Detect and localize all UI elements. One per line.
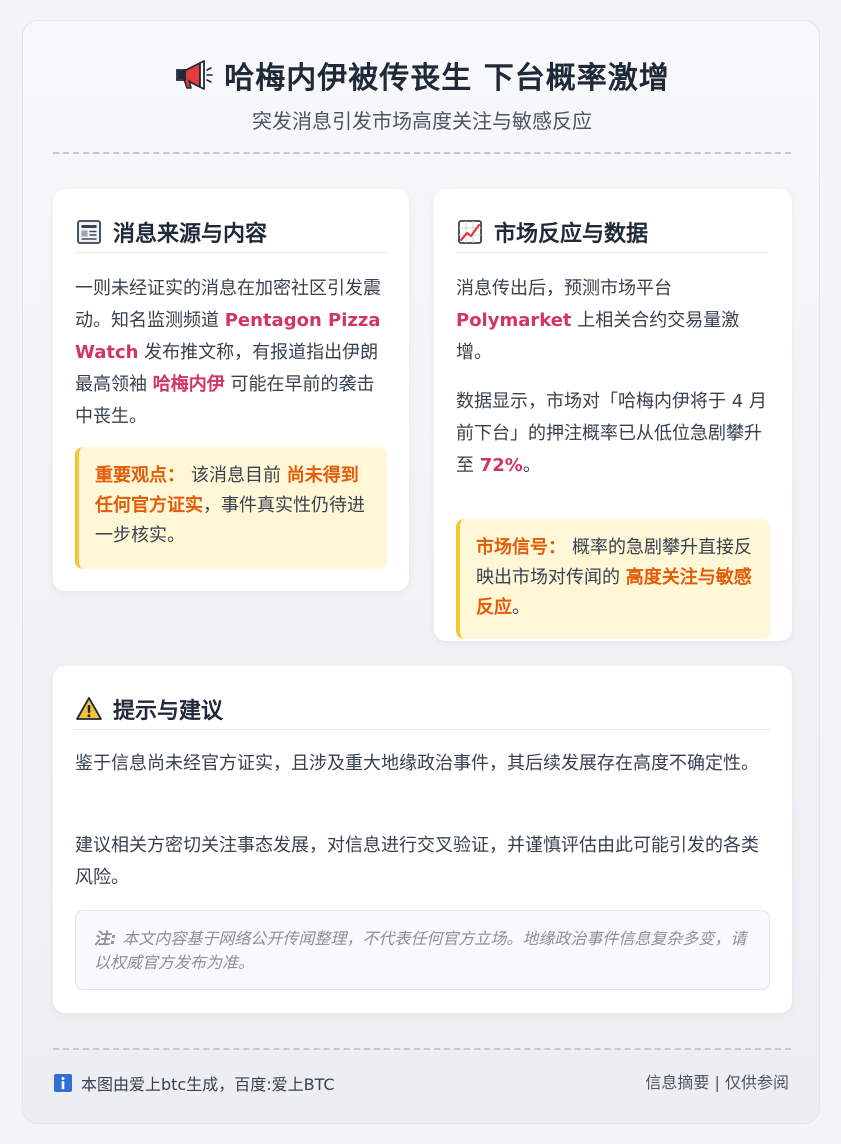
- divider-top: [53, 152, 791, 154]
- advice-paragraph-1: 鉴于信息尚未经官方证实，且涉及重大地缘政治事件，其后续发展存在高度不确定性。: [75, 753, 759, 774]
- market-platform-name: Polymarket: [456, 310, 572, 331]
- disclaimer-note: 注: 本文内容基于网络公开传闻整理，不代表任何官方立场。地缘政治事件信息复杂多变，…: [75, 910, 770, 990]
- market-card: 市场反应与数据 消息传出后，预测市场平台 Polymarket 上相关合约交易量…: [434, 189, 792, 641]
- market-card-header: 市场反应与数据: [456, 211, 768, 253]
- newspaper-icon: [77, 219, 101, 244]
- source-card-title: 消息来源与内容: [113, 221, 268, 247]
- source-callout: 重要观点： 该消息目前 尚未得到任何官方证实，事件真实性仍待进一步核实。: [75, 447, 387, 569]
- market-card-title: 市场反应与数据: [494, 221, 649, 247]
- source-paragraph: 一则未经证实的消息在加密社区引发震动。知名监测频道 Pentagon Pizza…: [75, 273, 389, 433]
- callout-lead: 重要观点：: [95, 465, 185, 486]
- footer-credit-text: 本图由爱上btc生成，百度:爱上BTC: [81, 1075, 335, 1094]
- footer-tagline: 信息摘要 | 仅供参阅: [645, 1073, 789, 1092]
- warning-icon: [76, 696, 102, 720]
- market-paragraph-2: 数据显示，市场对「哈梅内伊将于 4 月前下台」的押注概率已从低位急剧攀升至 72…: [456, 386, 772, 482]
- advice-card-title: 提示与建议: [113, 698, 224, 724]
- note-lead: 注:: [94, 929, 117, 948]
- info-icon: [54, 1074, 72, 1092]
- market-probability: 72%: [479, 455, 523, 476]
- market-callout-text-2: 。: [512, 597, 530, 618]
- source-leader-name: 哈梅内伊: [152, 374, 225, 395]
- divider-bottom: [53, 1048, 791, 1050]
- chart-up-icon: [458, 219, 482, 244]
- title-row: 哈梅内伊被传丧生 下台概率激增: [23, 55, 821, 96]
- infographic-page: 哈梅内伊被传丧生 下台概率激增 突发消息引发市场高度关注与敏感反应 消息来源与内…: [22, 20, 820, 1124]
- market-text-4: 。: [522, 455, 541, 476]
- advice-card: 提示与建议 鉴于信息尚未经官方证实，且涉及重大地缘政治事件，其后续发展存在高度不…: [53, 666, 792, 1013]
- market-callout-lead: 市场信号：: [476, 537, 566, 558]
- footer-credit: 本图由爱上btc生成，百度:爱上BTC: [53, 1070, 335, 1096]
- market-paragraph-1: 消息传出后，预测市场平台 Polymarket 上相关合约交易量激增。: [456, 273, 772, 369]
- advice-paragraph-2: 建议相关方密切关注事态发展，对信息进行交叉验证，并谨慎评估由此可能引发的各类风险…: [75, 835, 759, 888]
- megaphone-icon: [176, 60, 214, 90]
- market-text-1: 消息传出后，预测市场平台: [456, 278, 672, 299]
- page-subtitle: 突发消息引发市场高度关注与敏感反应: [252, 109, 592, 133]
- callout-text-1: 该消息目前: [191, 465, 287, 486]
- note-text: 本文内容基于网络公开传闻整理，不代表任何官方立场。地缘政治事件信息复杂多变，请以…: [94, 929, 747, 972]
- page-title: 哈梅内伊被传丧生 下台概率激增: [224, 61, 670, 96]
- advice-card-header: 提示与建议: [75, 688, 770, 730]
- source-card-header: 消息来源与内容: [75, 211, 387, 253]
- market-callout: 市场信号： 概率的急剧攀升直接反映出市场对传闻的 高度关注与敏感反应。: [456, 519, 770, 639]
- source-card: 消息来源与内容 一则未经证实的消息在加密社区引发震动。知名监测频道 Pentag…: [53, 189, 409, 591]
